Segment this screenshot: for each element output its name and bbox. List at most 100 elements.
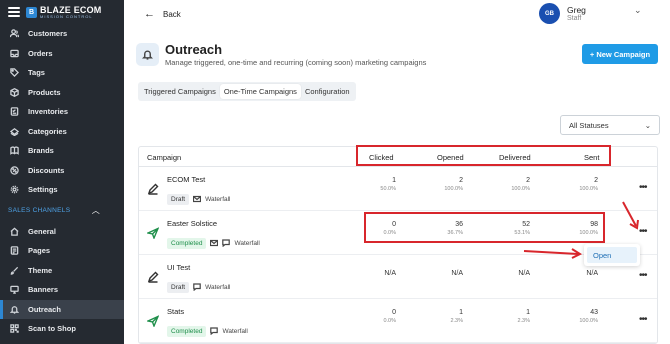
avatar: GB [539,3,560,24]
sidebar-item-label: Brands [28,146,54,156]
tab-one-time-campaigns[interactable]: One-Time Campaigns [219,84,301,99]
campaign-tabs: Triggered Campaigns One-Time Campaigns C… [138,82,356,101]
header-campaign[interactable]: Campaign [147,153,181,162]
delivered-cell: 2 100.0% [511,177,530,192]
sidebar-item-label: Inventories [28,107,69,117]
user-name: Greg [567,4,586,15]
campaign-type: Waterfall [222,327,248,335]
campaigns-table: Campaign Clicked Opened Delivered Sent E… [138,146,658,344]
opened-cell: 2 100.0% [444,177,463,192]
campaign-name[interactable]: ECOM Test [167,175,205,184]
page-title: Outreach [165,42,223,57]
status-filter-select[interactable]: All Statuses ⌄ [560,115,660,135]
sidebar-item-customers[interactable]: Customers [0,24,124,44]
sidebar-item-label: General [28,226,56,236]
tab-configuration[interactable]: Configuration [301,84,354,99]
logo-mark-icon: B [26,6,37,18]
page-subtitle: Manage triggered, one-time and recurring… [165,58,427,67]
sidebar-item-pages[interactable]: Pages [0,241,124,261]
pages-icon [10,246,19,255]
sidebar-item-label: Tags [28,68,45,78]
sidebar-item-label: Outreach [28,304,61,314]
hamburger-menu-icon[interactable] [8,7,20,17]
campaign-name[interactable]: Easter Solstice [167,219,217,228]
sidebar-item-banners[interactable]: Banners [0,280,124,300]
chevron-down-icon[interactable]: ⌄ [634,5,642,16]
chat-icon [193,278,201,296]
sidebar-header: B BLAZE ECOM MISSION CONTROL [0,0,124,24]
chevron-up-icon[interactable]: ︿ [92,205,100,216]
row-highlight-box [364,212,605,243]
tag-icon [10,68,19,78]
qr-icon [10,324,19,333]
users-icon [10,29,19,38]
sales-channels-section[interactable]: SALES CHANNELS ︿ [0,200,124,222]
delivered-cell: 1 2.3% [517,309,530,324]
sidebar-item-brands[interactable]: Brands [0,141,124,161]
status-filter-value: All Statuses [569,120,609,130]
tab-triggered-campaigns[interactable]: Triggered Campaigns [140,84,220,99]
table-row[interactable]: ECOM Test Draft Waterfall 1 50.0% 2 100.0%… [139,167,657,211]
pencil-icon [147,270,159,283]
arrow-right-icon [523,248,583,259]
clicked-cell: 0 0.0% [383,309,396,324]
sidebar-item-label: Theme [28,265,53,275]
row-actions-menu: Open [584,244,640,266]
sidebar-item-label: Customers [28,29,68,39]
campaign-name[interactable]: Stats [167,307,184,316]
menu-item-open[interactable]: Open [587,247,637,263]
sidebar-item-settings[interactable]: Settings [0,180,124,200]
sidebar-item-label: Pages [28,246,51,256]
more-options-icon[interactable]: ••• [639,182,647,193]
sidebar-item-label: Settings [28,185,58,195]
sidebar-item-inventories[interactable]: Inventories [0,102,124,122]
bell-icon [10,305,19,314]
sent-cell: 43 100.0% [579,309,598,324]
table-row[interactable]: UI Test Draft Waterfall N/A N/A N/A N/A … [139,255,657,299]
table-row[interactable]: Stats Completed Waterfall 0 0.0% 1 2.3% 12… [139,299,657,343]
opened-cell: N/A [451,270,463,277]
brush-icon [10,266,19,275]
sidebar-item-theme[interactable]: Theme [0,261,124,281]
inbox-icon [10,49,19,58]
bell-icon [136,43,159,66]
campaign-type: Waterfall [205,283,231,291]
campaign-type: Waterfall [234,239,260,247]
status-badge: Draft [167,281,190,293]
new-campaign-button[interactable]: + New Campaign [582,44,658,64]
list-check-icon [10,107,19,116]
sidebar-item-scan-to-shop[interactable]: Scan to Shop [0,319,124,339]
sidebar-item-general[interactable]: General [0,222,124,242]
opened-cell: 1 2.3% [450,309,463,324]
sidebar-item-orders[interactable]: Orders [0,44,124,64]
sidebar-item-label: Products [28,87,61,97]
send-icon [145,314,160,328]
sidebar-item-label: Categories [28,126,67,136]
header-highlight-box [356,145,611,166]
sidebar-item-products[interactable]: Products [0,83,124,103]
sidebar-item-categories[interactable]: Categories [0,122,124,142]
status-badge: Draft [167,193,190,205]
sidebar-item-discounts[interactable]: Discounts [0,161,124,181]
sidebar: B BLAZE ECOM MISSION CONTROL Customers O… [0,0,124,344]
categories-icon [10,127,19,136]
clicked-cell: 1 50.0% [380,177,396,192]
main-content: ← Back GB Greg Staff ⌄ Outreach Manage t… [124,0,670,344]
arrow-left-icon: ← [144,8,155,20]
campaign-name[interactable]: UI Test [167,263,190,272]
gear-icon [10,185,19,194]
back-link[interactable]: ← Back [144,8,181,20]
more-options-icon[interactable]: ••• [639,314,647,325]
more-options-icon[interactable]: ••• [639,270,647,281]
user-menu[interactable]: GB Greg Staff [539,3,586,24]
discount-icon [10,166,19,175]
user-role: Staff [567,15,582,23]
home-icon [10,227,19,236]
brand-logo[interactable]: B BLAZE ECOM MISSION CONTROL [26,5,102,19]
sent-cell: N/A [586,270,598,277]
sidebar-item-outreach[interactable]: Outreach [0,299,124,319]
sidebar-item-tags[interactable]: Tags [0,63,124,83]
campaign-type: Waterfall [205,195,231,203]
book-icon [10,146,19,156]
brand-tagline: MISSION CONTROL [40,13,93,19]
